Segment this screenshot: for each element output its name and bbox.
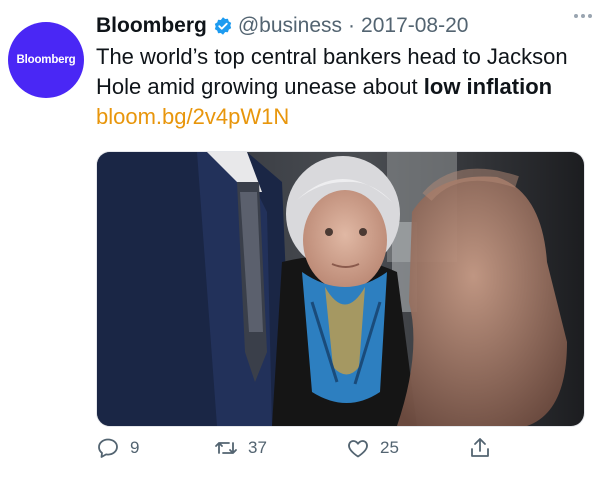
- tweet-text: The world’s top central bankers head to …: [96, 42, 588, 132]
- reply-icon: [98, 438, 118, 458]
- reply-button[interactable]: 9: [96, 436, 139, 460]
- header-separator: ·: [348, 14, 356, 37]
- tweet-link[interactable]: bloom.bg/2v4pW1N: [96, 104, 289, 129]
- avatar[interactable]: Bloomberg: [8, 22, 84, 98]
- more-icon[interactable]: [574, 14, 592, 18]
- tweet-text-bold: low inflation: [423, 74, 553, 99]
- share-icon: [471, 438, 489, 457]
- account-name[interactable]: Bloomberg: [96, 14, 207, 38]
- verified-badge-icon: [214, 17, 232, 35]
- retweet-icon: [215, 442, 237, 454]
- share-button[interactable]: [468, 436, 492, 460]
- like-count: 25: [380, 438, 399, 457]
- reply-count: 9: [130, 438, 140, 457]
- tweet-actions: 9 37 25: [96, 436, 516, 468]
- avatar-logo-text: Bloomberg: [16, 54, 76, 66]
- retweet-button[interactable]: 37: [214, 436, 267, 460]
- tweet-content: Bloomberg @business · 2017-08-20 The wor…: [96, 10, 588, 132]
- account-handle[interactable]: @business: [238, 14, 342, 38]
- like-icon: [348, 440, 368, 458]
- tweet-photo[interactable]: [96, 151, 585, 427]
- like-button[interactable]: 25: [346, 436, 399, 460]
- retweet-count: 37: [248, 438, 267, 457]
- tweet-date[interactable]: 2017-08-20: [361, 14, 468, 38]
- tweet-header: Bloomberg @business · 2017-08-20: [96, 10, 588, 42]
